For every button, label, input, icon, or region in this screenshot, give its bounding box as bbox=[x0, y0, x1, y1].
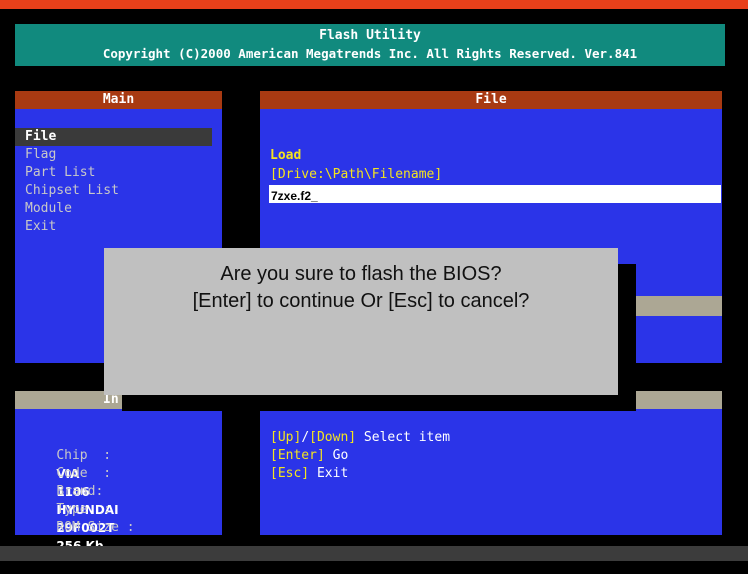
main-panel-title: Main bbox=[15, 91, 222, 109]
dialog-line-1: Are you sure to flash the BIOS? bbox=[220, 263, 502, 285]
app-title: Flash Utility bbox=[319, 28, 421, 43]
esc-key: [Esc] bbox=[270, 466, 310, 481]
up-key: [Up] bbox=[270, 430, 302, 445]
help-line-exit: [Esc] Exit bbox=[270, 465, 348, 483]
help-panel: [Up]/[Down] Select item [Enter] Go [Esc]… bbox=[260, 409, 722, 535]
down-key: [Down] bbox=[309, 430, 357, 445]
menu-item-file[interactable]: File bbox=[15, 128, 212, 146]
enter-key: [Enter] bbox=[270, 448, 325, 463]
info-panel: Chip : VIA Code : 1106 Brand: HYUNDAI Ty… bbox=[15, 409, 222, 553]
dialog-message: Are you sure to flash the BIOS? [Enter] … bbox=[104, 261, 618, 315]
help-line-go: [Enter] Go bbox=[270, 447, 348, 465]
go-text: Go bbox=[324, 448, 349, 463]
menu-item-part-list[interactable]: Part List bbox=[25, 164, 95, 182]
dialog-line-2: [Enter] to continue Or [Esc] to cancel? bbox=[192, 290, 530, 312]
load-label: Load bbox=[270, 148, 302, 163]
menu-item-chipset-list[interactable]: Chipset List bbox=[25, 182, 119, 200]
file-panel-title: File bbox=[260, 91, 722, 109]
exit-text: Exit bbox=[309, 466, 349, 481]
filename-input[interactable]: 7zxe.f2_ bbox=[269, 185, 721, 203]
help-slash: / bbox=[301, 430, 310, 445]
menu-item-flag[interactable]: Flag bbox=[25, 146, 56, 164]
header-bar: Flash Utility Copyright (C)2000 American… bbox=[15, 24, 725, 66]
help-line-select: [Up]/[Down] Select item bbox=[270, 429, 450, 447]
top-accent-strip bbox=[0, 0, 748, 9]
path-hint: [Drive:\Path\Filename] bbox=[270, 167, 443, 182]
menu-item-module[interactable]: Module bbox=[25, 200, 72, 218]
confirm-dialog[interactable]: Are you sure to flash the BIOS? [Enter] … bbox=[104, 248, 618, 395]
filename-value: 7zxe.f2_ bbox=[271, 189, 318, 203]
menu-item-exit[interactable]: Exit bbox=[25, 218, 56, 236]
select-item-text: Select item bbox=[356, 430, 451, 445]
bottom-status-strip bbox=[0, 546, 748, 561]
rom-size-label: ROM Size : bbox=[56, 520, 135, 535]
copyright-text: Copyright (C)2000 American Megatrends In… bbox=[102, 46, 638, 61]
